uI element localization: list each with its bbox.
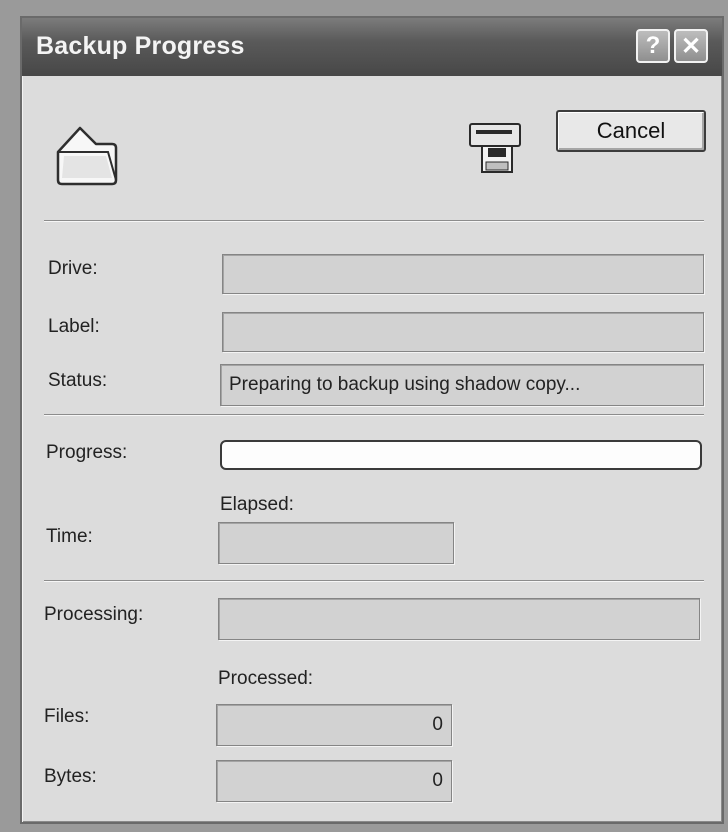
processing-label: Processing: bbox=[44, 604, 144, 625]
processing-field bbox=[218, 598, 700, 640]
progress-bar bbox=[220, 440, 702, 470]
title-bar[interactable]: Backup Progress ? ✕ bbox=[22, 18, 722, 76]
files-label: Files: bbox=[44, 706, 90, 727]
bytes-label: Bytes: bbox=[44, 766, 97, 787]
elapsed-header: Elapsed: bbox=[220, 494, 294, 515]
files-count-field: 0 bbox=[216, 704, 452, 746]
separator bbox=[44, 414, 704, 416]
label-field bbox=[222, 312, 704, 352]
backup-progress-dialog: Backup Progress ? ✕ Cancel Drive: Label:… bbox=[20, 16, 724, 824]
progress-label: Progress: bbox=[46, 442, 128, 463]
label-label: Label: bbox=[48, 316, 100, 337]
window-title: Backup Progress bbox=[36, 32, 245, 60]
elapsed-time-field bbox=[218, 522, 454, 564]
separator bbox=[44, 220, 704, 222]
status-label: Status: bbox=[48, 370, 108, 391]
drive-label: Drive: bbox=[48, 258, 98, 279]
processed-header: Processed: bbox=[218, 668, 314, 689]
close-button[interactable]: ✕ bbox=[674, 29, 708, 63]
separator bbox=[44, 580, 704, 582]
cancel-button[interactable]: Cancel bbox=[556, 110, 706, 152]
help-button[interactable]: ? bbox=[636, 29, 670, 63]
folder-icon bbox=[52, 122, 120, 188]
bytes-count-field: 0 bbox=[216, 760, 452, 802]
drive-field bbox=[222, 254, 704, 294]
status-field: Preparing to backup using shadow copy... bbox=[220, 364, 704, 406]
time-label: Time: bbox=[46, 526, 93, 547]
floppy-drive-icon bbox=[468, 118, 522, 174]
